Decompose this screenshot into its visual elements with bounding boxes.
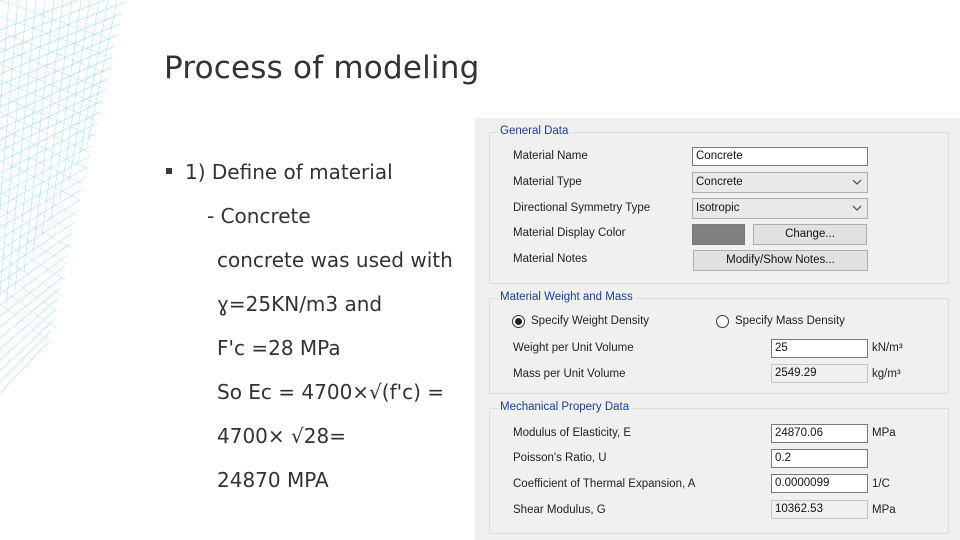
bullet-line-3: concrete was used with [217,248,453,272]
material-notes-label: Material Notes [513,253,588,265]
specify-mass-radio[interactable] [716,315,729,328]
thermal-expansion-label: Coefficient of Thermal Expansion, A [513,478,696,490]
radio-selected-dot [515,318,522,325]
material-type-value: Concrete [696,176,743,188]
display-color-label: Material Display Color [513,227,626,239]
modulus-elasticity-input[interactable]: 24870.06 [771,424,868,443]
material-type-label: Material Type [513,176,582,188]
specify-mass-label[interactable]: Specify Mass Density [735,315,845,327]
poisson-ratio-input[interactable]: 0.2 [771,449,868,468]
poisson-ratio-label: Poisson's Ratio, U [513,452,607,464]
mechanical-property-title: Mechanical Propery Data [498,401,632,413]
modulus-unit: MPa [872,427,896,439]
slide-body: 1) Define of material - Concrete concret… [0,0,470,540]
mass-per-volume-label: Mass per Unit Volume [513,368,626,380]
bullet-marker [166,168,172,174]
bullet-line-6: So Ec = 4700×√(f'c) = [217,380,445,404]
weight-per-volume-label: Weight per Unit Volume [513,342,634,354]
shear-modulus-unit: MPa [872,504,896,516]
mass-per-volume-field: 2549.29 [771,364,868,383]
weight-mass-title: Material Weight and Mass [498,291,635,303]
mechanical-property-group: Mechanical Propery Data Modulus of Elast… [489,401,949,534]
directional-symmetry-dropdown[interactable]: Isotropic [692,198,868,219]
bullet-line-1: 1) Define of material [185,160,393,184]
modulus-elasticity-label: Modulus of Elasticity, E [513,427,632,439]
change-color-button[interactable]: Change... [753,224,867,245]
bullet-line-8: 24870 MPA [217,468,329,492]
material-name-input[interactable]: Concrete [692,147,868,166]
chevron-down-icon [852,179,862,185]
specify-weight-label[interactable]: Specify Weight Density [531,315,649,327]
thermal-expansion-unit: 1/C [872,478,890,490]
shear-modulus-label: Shear Modulus, G [513,504,606,516]
specify-weight-radio[interactable] [512,315,525,328]
weight-per-volume-input[interactable]: 25 [771,339,868,358]
bullet-line-2: - Concrete [207,204,311,228]
material-property-dialog: General Data Material Name Concrete Mate… [475,118,960,540]
bullet-line-4: ɣ=25KN/m3 and [217,292,383,316]
bullet-line-5: F'c =28 MPa [217,336,341,360]
chevron-down-icon [852,205,862,211]
material-name-label: Material Name [513,150,588,162]
mass-unit: kg/m³ [872,368,901,380]
material-type-dropdown[interactable]: Concrete [692,172,868,193]
thermal-expansion-input[interactable]: 0.0000099 [771,474,868,493]
shear-modulus-field: 10362.53 [771,500,868,519]
bullet-line-7: 4700× √28= [217,424,346,448]
general-data-title: General Data [498,125,571,137]
display-color-swatch [692,224,745,245]
modify-notes-button[interactable]: Modify/Show Notes... [693,250,868,271]
weight-unit: kN/m³ [872,342,903,354]
directional-symmetry-value: Isotropic [696,202,740,214]
general-data-group: General Data Material Name Concrete Mate… [489,125,949,284]
weight-mass-group: Material Weight and Mass Specify Weight … [489,291,949,394]
directional-symmetry-label: Directional Symmetry Type [513,202,651,214]
